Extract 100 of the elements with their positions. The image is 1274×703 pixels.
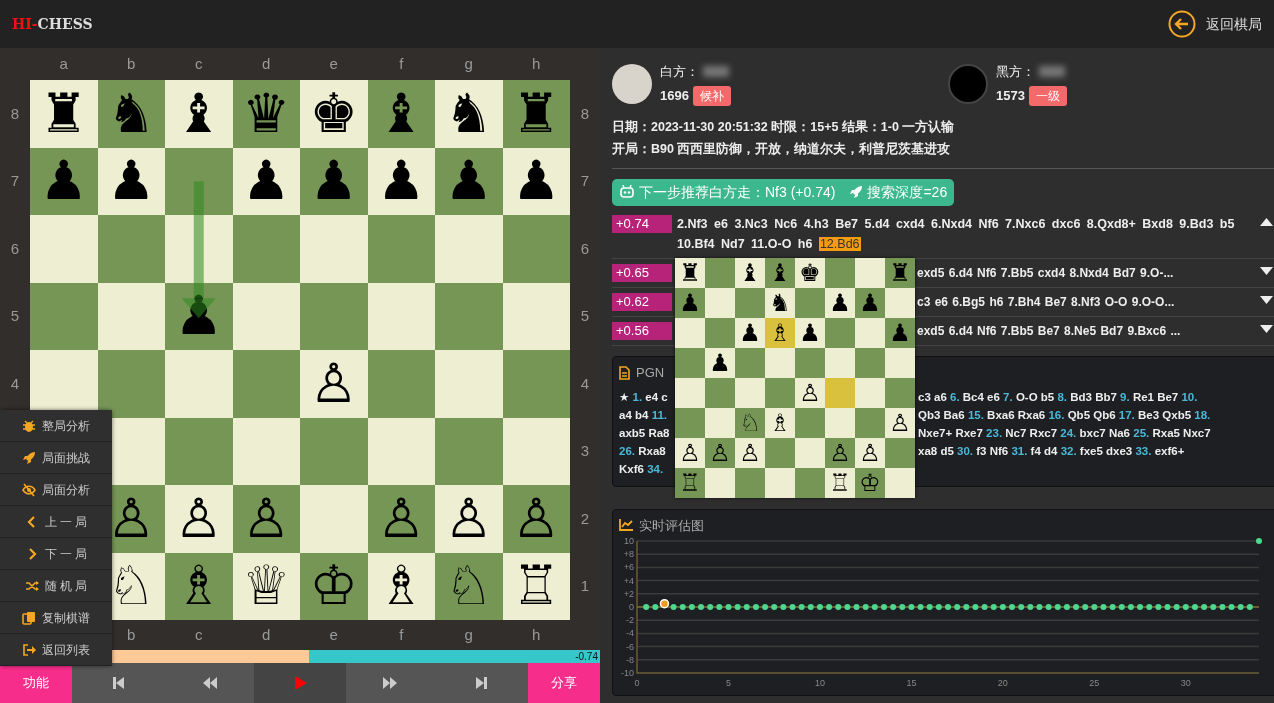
menu-item[interactable]: 返回列表 bbox=[0, 634, 112, 666]
board-square[interactable]: ♟ bbox=[97, 147, 165, 215]
data-point[interactable] bbox=[1063, 604, 1070, 610]
data-point[interactable] bbox=[1100, 604, 1107, 610]
data-point[interactable] bbox=[762, 604, 769, 610]
data-point[interactable] bbox=[853, 604, 860, 610]
board-square[interactable]: ♟ bbox=[232, 147, 300, 215]
data-point[interactable] bbox=[789, 604, 796, 610]
data-point[interactable] bbox=[679, 604, 686, 610]
board-square[interactable]: ♜ bbox=[502, 80, 570, 148]
board-square[interactable]: ♞ bbox=[97, 80, 165, 148]
board-square[interactable]: ♕ bbox=[232, 552, 300, 620]
data-point[interactable] bbox=[1118, 604, 1125, 610]
data-point[interactable] bbox=[862, 604, 869, 610]
data-point[interactable] bbox=[1237, 604, 1244, 610]
board-square[interactable]: ♟ bbox=[435, 147, 503, 215]
data-point[interactable] bbox=[1054, 604, 1061, 610]
data-point[interactable] bbox=[1018, 604, 1025, 610]
data-point[interactable] bbox=[798, 604, 805, 610]
data-point[interactable] bbox=[1027, 604, 1034, 610]
board-square[interactable]: ♝ bbox=[367, 80, 435, 148]
data-point[interactable] bbox=[1173, 604, 1180, 610]
data-point[interactable] bbox=[899, 604, 906, 610]
board-square[interactable]: ♟ bbox=[165, 282, 233, 350]
board-square[interactable]: ♟ bbox=[367, 147, 435, 215]
menu-item[interactable]: 随 机 局 bbox=[0, 570, 112, 602]
board-square[interactable]: ♗ bbox=[367, 552, 435, 620]
board-square[interactable]: ♟ bbox=[300, 147, 368, 215]
data-point[interactable] bbox=[698, 604, 705, 610]
data-point[interactable] bbox=[716, 604, 723, 610]
board-square[interactable]: ♛ bbox=[232, 80, 300, 148]
menu-item[interactable]: 复制棋谱 bbox=[0, 602, 112, 634]
data-point[interactable] bbox=[1009, 604, 1016, 610]
data-point[interactable] bbox=[954, 604, 961, 610]
data-point[interactable] bbox=[725, 604, 732, 610]
caret-up-icon[interactable] bbox=[1259, 218, 1273, 226]
menu-item[interactable]: 下 一 局 bbox=[0, 538, 112, 570]
playback-button[interactable] bbox=[72, 663, 164, 703]
data-point[interactable] bbox=[688, 604, 695, 610]
back-button[interactable]: 返回棋局 bbox=[1168, 10, 1262, 38]
data-point[interactable] bbox=[1137, 604, 1144, 610]
data-point[interactable] bbox=[963, 604, 970, 610]
data-point[interactable] bbox=[771, 604, 778, 610]
data-point[interactable] bbox=[707, 604, 714, 610]
data-point[interactable] bbox=[1146, 604, 1153, 610]
menu-item[interactable]: 局面分析 bbox=[0, 474, 112, 506]
data-point[interactable] bbox=[835, 604, 842, 610]
board-square[interactable]: ♙ bbox=[232, 485, 300, 553]
board-square[interactable]: ♖ bbox=[502, 552, 570, 620]
board-square[interactable]: ♙ bbox=[435, 485, 503, 553]
board-square[interactable]: ♙ bbox=[300, 350, 368, 418]
data-point[interactable] bbox=[643, 604, 650, 610]
playback-button[interactable] bbox=[163, 663, 255, 703]
data-point[interactable] bbox=[1182, 604, 1189, 610]
data-point[interactable] bbox=[780, 604, 787, 610]
data-point[interactable] bbox=[1045, 604, 1052, 610]
data-point[interactable] bbox=[1091, 604, 1098, 610]
data-point[interactable] bbox=[871, 604, 878, 610]
playback-button[interactable] bbox=[436, 663, 528, 703]
data-point[interactable] bbox=[1219, 604, 1226, 610]
data-point[interactable] bbox=[734, 604, 741, 610]
data-point[interactable] bbox=[890, 604, 897, 610]
caret-down-icon[interactable] bbox=[1259, 267, 1273, 275]
board-square[interactable]: ♞ bbox=[435, 80, 503, 148]
menu-item[interactable]: 整局分析 bbox=[0, 410, 112, 442]
data-point[interactable] bbox=[1127, 604, 1134, 610]
data-point[interactable] bbox=[807, 604, 814, 610]
data-point[interactable] bbox=[981, 604, 988, 610]
data-point[interactable] bbox=[880, 604, 887, 610]
data-point[interactable] bbox=[945, 604, 951, 610]
board-square[interactable]: ♙ bbox=[165, 485, 233, 553]
board-square[interactable]: ♔ bbox=[300, 552, 368, 620]
data-point[interactable] bbox=[826, 604, 833, 610]
data-point[interactable] bbox=[917, 604, 924, 610]
data-point[interactable] bbox=[1073, 604, 1080, 610]
board-square[interactable]: ♟ bbox=[502, 147, 570, 215]
data-point[interactable] bbox=[1210, 604, 1217, 610]
data-point[interactable] bbox=[1036, 604, 1043, 610]
caret-down-icon[interactable] bbox=[1259, 296, 1273, 304]
data-point[interactable] bbox=[1155, 604, 1162, 610]
data-point[interactable] bbox=[1109, 604, 1116, 610]
data-point[interactable] bbox=[752, 604, 759, 610]
board-square[interactable]: ♟ bbox=[30, 147, 98, 215]
data-point[interactable] bbox=[816, 604, 823, 610]
data-point[interactable] bbox=[990, 604, 997, 610]
data-point[interactable] bbox=[1246, 604, 1253, 610]
data-point[interactable] bbox=[1256, 538, 1262, 544]
data-point[interactable] bbox=[844, 604, 851, 610]
menu-item[interactable]: 上 一 局 bbox=[0, 506, 112, 538]
data-point[interactable] bbox=[1082, 604, 1089, 610]
function-button[interactable]: 功能 bbox=[0, 663, 72, 703]
data-point[interactable] bbox=[999, 604, 1006, 610]
data-point[interactable] bbox=[670, 604, 677, 610]
board-square[interactable]: ♚ bbox=[300, 80, 368, 148]
board-square[interactable]: ♗ bbox=[165, 552, 233, 620]
board-square[interactable]: ♙ bbox=[502, 485, 570, 553]
data-point[interactable] bbox=[743, 604, 750, 610]
data-point[interactable] bbox=[659, 598, 670, 609]
board-square[interactable]: ♜ bbox=[30, 80, 98, 148]
menu-item[interactable]: 局面挑战 bbox=[0, 442, 112, 474]
